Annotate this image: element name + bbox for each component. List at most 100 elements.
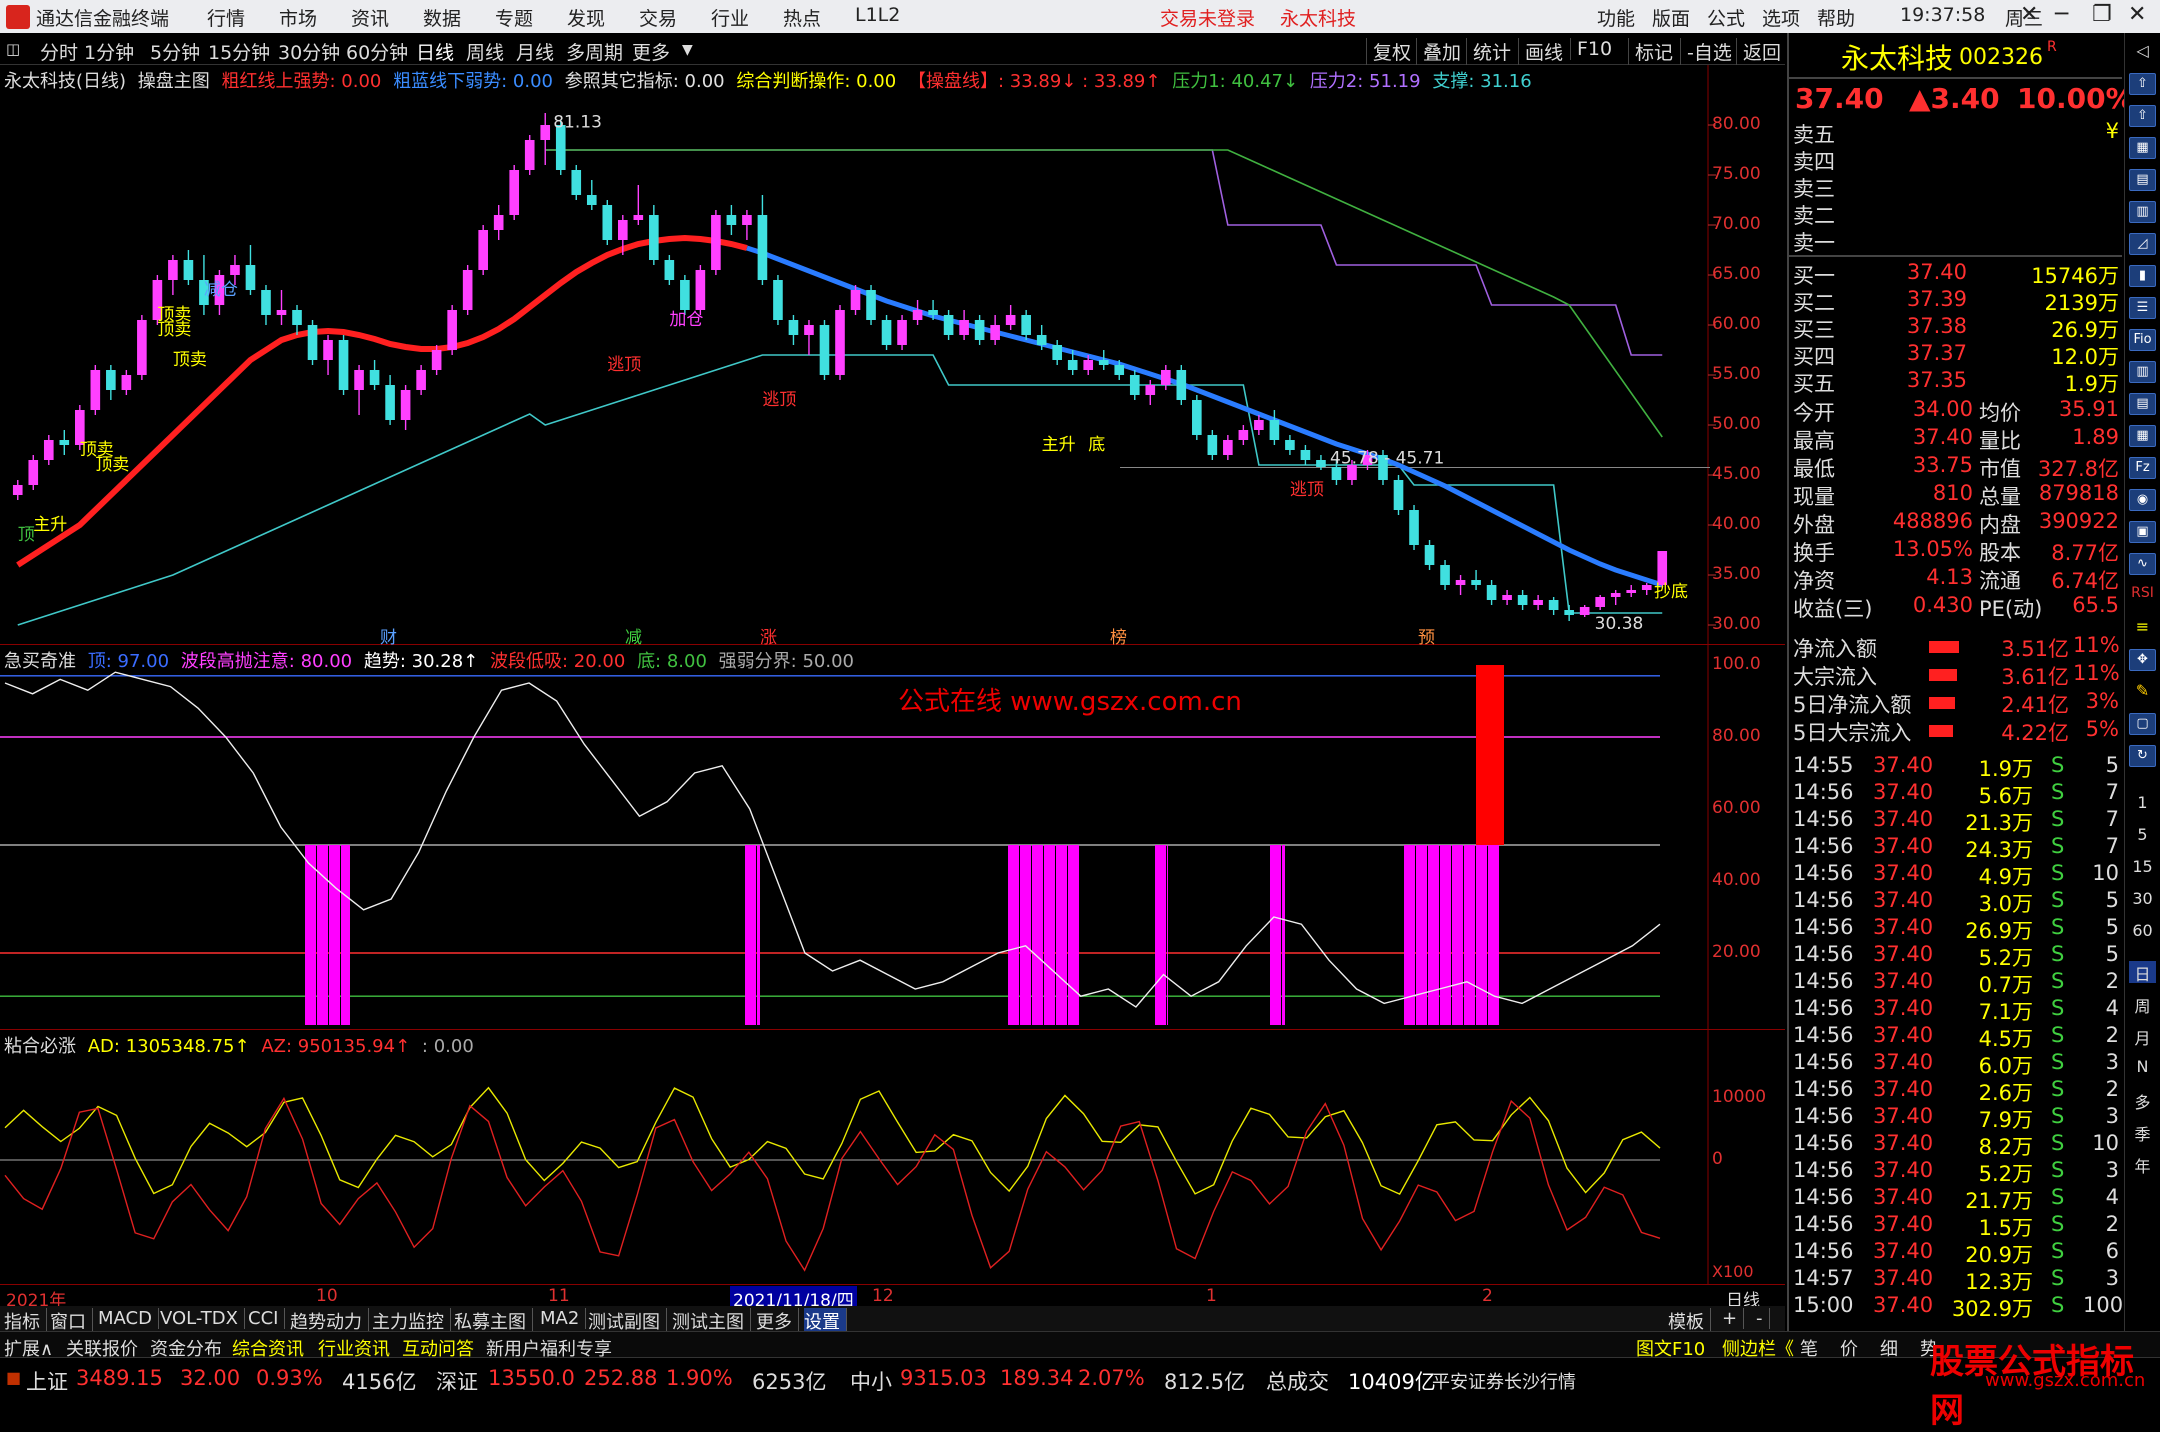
menu-news[interactable]: 资讯 [351, 4, 389, 31]
tick-row-cell: 14:56 [1793, 1077, 1854, 1101]
add-button[interactable]: + [1722, 1308, 1745, 1329]
side-week[interactable]: 周 [2129, 993, 2156, 1016]
menu-options[interactable]: 选项 [1762, 4, 1800, 31]
fuquan-button[interactable]: 复权 [1366, 38, 1411, 65]
doc-icon[interactable]: ▤ [2129, 393, 2156, 415]
collapse-icon[interactable]: ◫ [6, 40, 20, 58]
zx-label[interactable]: 中小 [850, 1366, 892, 1396]
calc-icon[interactable]: ▦ [2129, 137, 2156, 159]
line-chart-icon[interactable]: ◿ [2129, 233, 2156, 255]
menu-icon[interactable]: ≡ [2129, 617, 2156, 639]
menu-industry[interactable]: 行业 [711, 4, 749, 31]
trade-login-notice[interactable]: 交易未登录 [1160, 4, 1255, 31]
tab-period-5min[interactable]: 5分钟 [150, 38, 200, 65]
move-icon[interactable]: ✥ [2129, 649, 2156, 671]
close-icon[interactable]: ✕ [2020, 2, 2038, 27]
maximize-icon[interactable]: ❐ [2092, 2, 2112, 27]
side-day[interactable]: 日 [2129, 961, 2156, 984]
tab-period-month[interactable]: 月线 [516, 38, 554, 65]
formula-name[interactable]: 操盘主图 [138, 71, 210, 92]
back-button[interactable]: 返回 [1736, 38, 1781, 65]
candle-body [1657, 551, 1668, 585]
gauge-icon[interactable]: ◉ [2129, 489, 2156, 511]
tab-period-fenshi[interactable]: 分时 [40, 38, 78, 65]
table-icon[interactable]: ▥ [2129, 201, 2156, 223]
sz-label[interactable]: 深证 [436, 1366, 478, 1396]
menu-l1l2[interactable]: L1L2 [855, 4, 900, 26]
up-icon[interactable]: ⇧ [2129, 105, 2156, 127]
collapse-sidebar-icon[interactable]: ◁ [2129, 41, 2156, 63]
fio-icon[interactable]: Fio [2129, 329, 2156, 351]
chart-icon[interactable]: ▥ [2129, 361, 2156, 383]
tab-period-15min[interactable]: 15分钟 [208, 38, 270, 65]
side-min-30[interactable]: 30 [2129, 889, 2156, 911]
sh-label[interactable]: 上证 [26, 1366, 68, 1396]
candle-body [804, 325, 814, 335]
tab-ma2[interactable]: MA2 [540, 1308, 587, 1329]
ad-az-chart[interactable] [0, 1030, 1785, 1284]
tab-period-60min[interactable]: 60分钟 [346, 38, 408, 65]
side-min-15[interactable]: 15 [2129, 857, 2156, 879]
sub1-title[interactable]: 急买奇准 [4, 651, 76, 672]
rsi-icon[interactable]: RSI [2129, 585, 2156, 607]
menu-market[interactable]: 市场 [279, 4, 317, 31]
tab-period-day[interactable]: 日线 [416, 38, 455, 67]
toolbar-icon[interactable]: ⇧ [2129, 73, 2156, 95]
mark-button[interactable]: 标记 [1628, 38, 1673, 65]
candlestick-chart[interactable]: 81.1330.3845.78 - 45.71顶卖减仓顶卖顶卖顶卖主升顶顶卖 加仓… [0, 65, 1785, 645]
tab-period-30min[interactable]: 30分钟 [278, 38, 340, 65]
menu-quotes[interactable]: 行情 [207, 4, 245, 31]
book-icon[interactable]: ▣ [2129, 521, 2156, 543]
wave-icon[interactable]: ∿ [2129, 553, 2156, 575]
side-min-5[interactable]: 5 [2129, 825, 2156, 847]
refresh-icon[interactable]: ↻ [2129, 745, 2156, 767]
grid-icon[interactable]: ▤ [2129, 169, 2156, 191]
draw-button[interactable]: 画线 [1518, 38, 1563, 65]
candle-icon[interactable]: ▮ [2129, 265, 2156, 287]
menu-help[interactable]: 帮助 [1817, 4, 1855, 31]
sub-chart-1[interactable]: 急买奇准 顶: 97.00 波段高抛注意: 80.00 趋势: 30.28↑ 波… [0, 645, 1785, 1030]
tab-period-week[interactable]: 周线 [466, 38, 504, 65]
menu-layout[interactable]: 版面 [1652, 4, 1690, 31]
fz-icon[interactable]: Fz [2129, 457, 2156, 479]
window-close-icon[interactable]: ✕ [2128, 2, 2146, 27]
tab-period-1min[interactable]: 1分钟 [84, 38, 134, 65]
side-season[interactable]: 季 [2129, 1121, 2156, 1144]
tab-period-multi[interactable]: 多周期 [566, 38, 623, 65]
side-n[interactable]: N [2129, 1057, 2156, 1079]
side-min-60[interactable]: 60 [2129, 921, 2156, 943]
sheet-icon[interactable]: ▦ [2129, 425, 2156, 447]
menu-trade[interactable]: 交易 [639, 4, 677, 31]
tab-cci[interactable]: CCI [248, 1308, 286, 1329]
side-year[interactable]: 年 [2129, 1153, 2156, 1176]
sub2-title[interactable]: 粘合必涨 [4, 1036, 76, 1057]
remove-button[interactable]: - [1756, 1308, 1770, 1329]
menu-formula[interactable]: 公式 [1707, 4, 1745, 31]
window-icon[interactable]: ▢ [2129, 713, 2156, 735]
menu-data[interactable]: 数据 [423, 4, 461, 31]
menu-discover[interactable]: 发现 [567, 4, 605, 31]
tab-vol-tdx[interactable]: VOL-TDX [160, 1308, 245, 1329]
flow-bar [1929, 641, 1959, 653]
side-month[interactable]: 月 [2129, 1025, 2156, 1048]
menu-function[interactable]: 功能 [1597, 4, 1635, 31]
menu-hot[interactable]: 热点 [783, 4, 821, 31]
tab-period-more[interactable]: 更多 [632, 38, 670, 65]
f10-button[interactable]: F10 [1570, 38, 1612, 60]
list-icon[interactable]: ☰ [2129, 297, 2156, 319]
oscillator-chart[interactable] [0, 645, 1785, 1030]
chevron-down-icon[interactable]: ▼ [682, 42, 693, 58]
overlay-button[interactable]: 叠加 [1416, 38, 1461, 65]
main-chart-panel[interactable]: 81.13 30.38 45.78 - 45.71 顶卖 减仓 顶卖 顶卖 顶卖 主升顶顶卖 加仓… [0, 65, 1785, 645]
side-min-1[interactable]: 1 [2129, 793, 2156, 815]
side-multi[interactable]: 多 [2129, 1089, 2156, 1112]
signal-label: 加仓 [669, 310, 703, 330]
minimize-icon[interactable]: ─ [2055, 2, 2068, 27]
sub-chart-2[interactable]: 粘合必涨 AD: 1305348.75↑ AZ: 950135.94↑ : 0.… [0, 1030, 1785, 1284]
remove-watchlist-button[interactable]: -自选 [1680, 38, 1732, 65]
tick-row: 14:56 37.40 6.0万 S 3 [1793, 1050, 2119, 1078]
pen-icon[interactable]: ✎ [2129, 681, 2156, 703]
tab-macd[interactable]: MACD [98, 1308, 159, 1329]
stats-button[interactable]: 统计 [1466, 38, 1511, 65]
menu-topics[interactable]: 专题 [495, 4, 533, 31]
